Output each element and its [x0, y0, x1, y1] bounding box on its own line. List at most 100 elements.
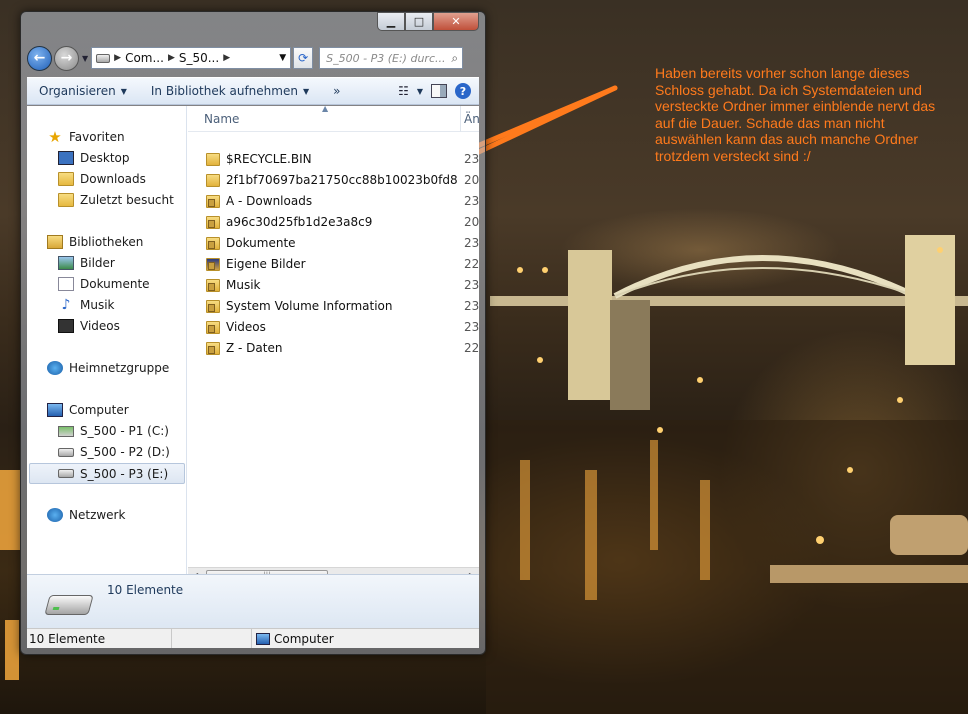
nav-drive-e[interactable]: S_500 - P3 (E:): [29, 463, 185, 484]
file-row[interactable]: 2f1bf70697ba21750cc88b10023b0fd8 20: [188, 170, 479, 190]
file-date: 23: [464, 236, 480, 250]
file-row[interactable]: System Volume Information 23: [188, 296, 479, 316]
minimize-icon: ▁: [386, 15, 396, 28]
nav-drive-c[interactable]: S_500 - P1 (C:): [58, 424, 169, 438]
include-in-library-menu[interactable]: In Bibliothek aufnehmen ▼: [139, 84, 321, 98]
nav-network[interactable]: Netzwerk: [47, 508, 125, 522]
star-icon: ★: [48, 128, 62, 146]
nav-computer-label: Computer: [69, 403, 129, 417]
refresh-icon: ⟳: [298, 51, 309, 65]
breadcrumb-separator-icon[interactable]: ▶: [168, 53, 175, 63]
homegroup-icon: [47, 361, 63, 375]
pictures-folder-icon: [206, 257, 220, 271]
nav-desktop[interactable]: Desktop: [58, 151, 130, 165]
status-location: Computer: [274, 631, 334, 646]
pictures-icon: [58, 256, 74, 270]
breadcrumb-drive[interactable]: S_50...: [179, 51, 219, 65]
more-commands-button[interactable]: »: [321, 84, 352, 98]
breadcrumb-separator-icon[interactable]: ▶: [223, 53, 230, 63]
file-row[interactable]: Musik 23: [188, 275, 479, 295]
file-date: 23: [464, 152, 480, 166]
computer-icon: [47, 403, 63, 417]
search-input[interactable]: S_500 - P3 (E:) durc... ⌕: [319, 47, 464, 69]
nav-music[interactable]: ♪ Musik: [58, 298, 115, 312]
drive-icon: [58, 469, 74, 478]
address-bar[interactable]: ▶ Com... ▶ S_50... ▶ ▼: [91, 47, 292, 69]
desktop-icon: [58, 151, 74, 165]
locked-folder-icon: [206, 341, 220, 355]
file-row[interactable]: A - Downloads 23: [188, 191, 479, 211]
organize-label: Organisieren: [39, 84, 116, 98]
nav-favorites[interactable]: ★ Favoriten: [47, 128, 124, 146]
include-library-label: In Bibliothek aufnehmen: [150, 84, 298, 98]
address-dropdown-icon[interactable]: ▼: [279, 53, 290, 63]
explorer-body: ★ Favoriten Desktop Downloads Zuletzt be…: [27, 104, 480, 583]
nav-videos-label: Videos: [80, 319, 120, 333]
forward-button[interactable]: →: [54, 45, 79, 71]
column-header-name[interactable]: Name: [204, 112, 239, 126]
locked-folder-icon: [206, 215, 220, 229]
file-name: A - Downloads: [226, 194, 313, 208]
maximize-button[interactable]: □: [405, 12, 433, 31]
recent-pages-dropdown[interactable]: ▼: [82, 54, 88, 63]
file-row[interactable]: a96c30d25fb1d2e3a8c9 20: [188, 212, 479, 232]
help-icon[interactable]: ?: [455, 83, 471, 99]
nav-desktop-label: Desktop: [80, 151, 130, 165]
videos-icon: [58, 319, 74, 333]
refresh-button[interactable]: ⟳: [293, 47, 314, 69]
file-name: Dokumente: [226, 236, 296, 250]
folder-icon: [206, 152, 220, 166]
view-options-dropdown-icon[interactable]: ▼: [417, 87, 423, 96]
column-divider[interactable]: [460, 106, 461, 132]
file-name: System Volume Information: [226, 299, 393, 313]
column-header-date[interactable]: Än: [464, 112, 480, 126]
nav-drive-d-label: S_500 - P2 (D:): [80, 445, 170, 459]
music-icon: ♪: [61, 297, 71, 313]
navigation-pane: ★ Favoriten Desktop Downloads Zuletzt be…: [27, 106, 187, 583]
file-name: 2f1bf70697ba21750cc88b10023b0fd8: [226, 173, 458, 187]
organize-menu[interactable]: Organisieren ▼: [27, 84, 139, 98]
nav-drive-e-label: S_500 - P3 (E:): [80, 466, 169, 481]
command-bar: Organisieren ▼ In Bibliothek aufnehmen ▼…: [27, 77, 479, 105]
nav-libraries-label: Bibliotheken: [69, 235, 144, 249]
back-arrow-icon: ←: [33, 50, 46, 66]
file-date: 23: [464, 320, 480, 334]
file-row[interactable]: Dokumente 23: [188, 233, 479, 253]
nav-pictures[interactable]: Bilder: [58, 256, 115, 270]
close-button[interactable]: ✕: [433, 12, 479, 31]
file-name: Z - Daten: [226, 341, 283, 355]
status-item-count: 10 Elemente: [29, 631, 106, 646]
nav-downloads[interactable]: Downloads: [58, 172, 146, 186]
file-date: 23: [464, 194, 480, 208]
nav-drive-c-label: S_500 - P1 (C:): [80, 424, 169, 438]
file-row[interactable]: $RECYCLE.BIN 23: [188, 149, 479, 169]
nav-libraries[interactable]: Bibliotheken: [47, 235, 143, 249]
nav-homegroup[interactable]: Heimnetzgruppe: [47, 361, 169, 375]
back-button[interactable]: ←: [27, 45, 52, 71]
file-row[interactable]: Z - Daten 22: [188, 338, 479, 358]
drive-large-icon: [44, 595, 94, 615]
search-icon[interactable]: ⌕: [451, 51, 458, 66]
nav-recent[interactable]: Zuletzt besucht: [58, 193, 174, 207]
folder-icon: [206, 173, 220, 187]
nav-computer[interactable]: Computer: [47, 403, 129, 417]
nav-videos[interactable]: Videos: [58, 319, 120, 333]
nav-documents[interactable]: Dokumente: [58, 277, 150, 291]
close-icon: ✕: [451, 15, 461, 28]
details-item-count: 10 Elemente: [107, 583, 184, 597]
file-row[interactable]: Videos 23: [188, 317, 479, 337]
minimize-button[interactable]: ▁: [377, 12, 405, 31]
locked-folder-icon: [206, 320, 220, 334]
breadcrumb-separator-icon[interactable]: ▶: [114, 53, 121, 63]
libraries-icon: [47, 235, 63, 249]
breadcrumb-computer[interactable]: Com...: [125, 51, 164, 65]
view-options-icon[interactable]: ☷: [398, 84, 409, 98]
file-row[interactable]: Eigene Bilder 22: [188, 254, 479, 274]
documents-icon: [58, 277, 74, 291]
chevron-down-icon: ▼: [302, 86, 310, 96]
nav-recent-label: Zuletzt besucht: [80, 193, 174, 207]
navigation-bar: ← → ▼ ▶ Com... ▶ S_50... ▶ ▼ ⟳ S_500 - P…: [27, 43, 479, 73]
network-icon: [47, 508, 63, 522]
nav-drive-d[interactable]: S_500 - P2 (D:): [58, 445, 170, 459]
preview-pane-icon[interactable]: [431, 84, 447, 98]
